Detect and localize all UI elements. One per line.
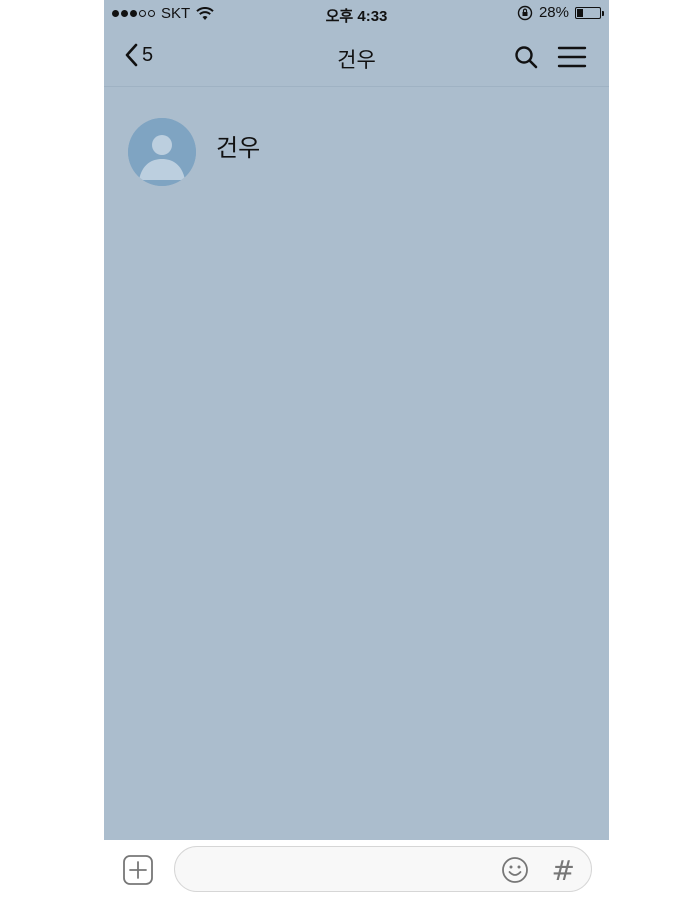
battery-cap [602, 10, 604, 16]
plus-square-icon[interactable] [122, 854, 154, 886]
chat-screen: SKT 오후 4:33 28% 5 건우 건우 # [104, 0, 609, 900]
composer-bar: # [104, 840, 609, 900]
screen: SKT 오후 4:33 28% 5 건우 건우 # [0, 0, 700, 900]
battery-fill [577, 8, 584, 17]
nav-bar: 5 건우 [104, 28, 609, 87]
battery-percent: 28% [538, 4, 569, 21]
smiley-icon[interactable] [501, 856, 529, 884]
search-icon[interactable] [513, 44, 539, 70]
rotation-lock-icon [517, 5, 533, 20]
avatar[interactable] [128, 118, 196, 186]
hashtag-icon[interactable]: # [552, 854, 575, 887]
sender-name: 건우 [216, 135, 261, 162]
message-input[interactable] [193, 857, 487, 883]
status-bar: SKT 오후 4:33 28% [104, 0, 609, 28]
status-right: 28% [517, 4, 604, 21]
default-avatar-icon [128, 118, 196, 186]
hamburger-menu-icon[interactable] [557, 44, 587, 70]
battery-icon [575, 6, 604, 19]
message-box: # [174, 846, 592, 892]
sender-profile[interactable]: 건우 [128, 118, 260, 186]
